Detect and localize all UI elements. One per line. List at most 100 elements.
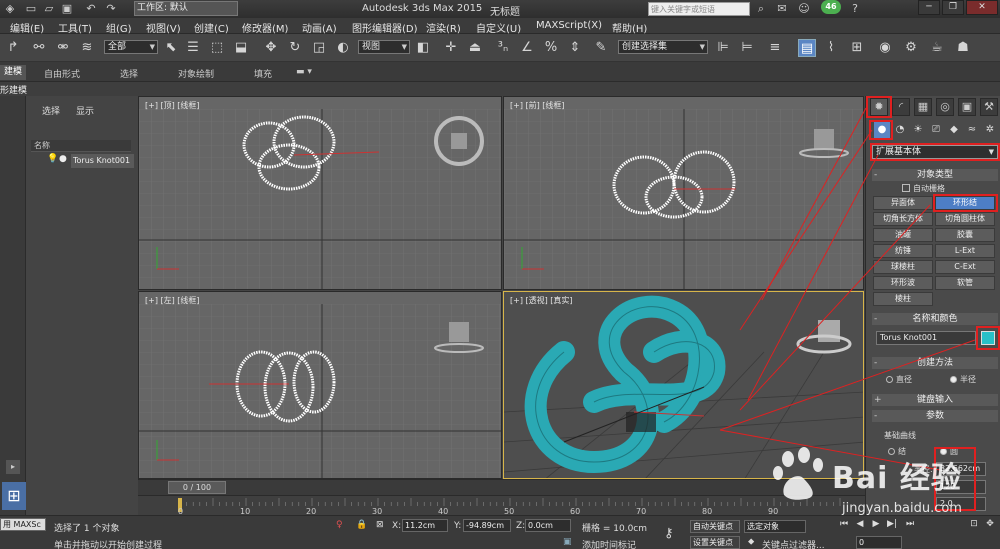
viewport-left-label[interactable]: [+] [左] [线框] xyxy=(145,295,200,306)
chamfer-cyl-button[interactable]: 切角圆柱体 xyxy=(935,212,995,226)
helpers-icon[interactable]: ◆ xyxy=(946,122,962,138)
unlink-icon[interactable]: ⚮ xyxy=(54,39,72,57)
systems-icon[interactable]: ✲ xyxy=(982,122,998,138)
help-icon[interactable]: ? xyxy=(848,2,862,16)
schematic-view-icon[interactable]: ⊞ xyxy=(848,39,866,57)
time-tag-icon[interactable]: ▣ xyxy=(563,537,572,547)
snap-toggle-icon[interactable]: ³ₙ xyxy=(494,39,512,57)
menu-maxscript[interactable]: MAXScript(X) xyxy=(536,20,602,31)
hose-button[interactable]: 软管 xyxy=(935,276,995,290)
viewport-top[interactable]: [+] [顶] [线框] xyxy=(138,96,502,290)
oiltank-button[interactable]: 油罐 xyxy=(873,228,933,242)
ribbon-options-icon[interactable]: ▬ ▾ xyxy=(296,67,312,77)
menu-group[interactable]: 组(G) xyxy=(106,20,132,35)
close-button[interactable]: ✕ xyxy=(966,0,998,15)
select-manipulate-icon[interactable]: ✛ xyxy=(442,39,460,57)
menu-create[interactable]: 创建(C) xyxy=(194,20,229,35)
mirror-icon[interactable]: ⊫ xyxy=(714,39,732,57)
render-setup-icon[interactable]: ⚙ xyxy=(902,39,920,57)
selection-filter-dropdown[interactable]: 全部 xyxy=(104,40,158,54)
rollout-keyboard-entry[interactable]: + 键盘输入 xyxy=(872,394,998,406)
explorer-name-column[interactable]: 名称 xyxy=(31,140,131,152)
minimize-button[interactable]: ─ xyxy=(918,0,940,15)
percent-snap-icon[interactable]: % xyxy=(542,39,560,57)
hedra-button[interactable]: 异面体 xyxy=(873,196,933,210)
rollout-parameters[interactable]: - 参数 xyxy=(872,410,998,422)
menu-views[interactable]: 视图(V) xyxy=(146,20,181,35)
viewport-perspective-label[interactable]: [+] [透视] [真实] xyxy=(510,295,573,306)
time-slider-knob[interactable]: 0 / 100 xyxy=(168,481,226,494)
ringwave-button[interactable]: 环形波 xyxy=(873,276,933,290)
absolute-mode-icon[interactable]: ⊠ xyxy=(376,520,384,530)
pivot-center-icon[interactable]: ◧ xyxy=(414,39,432,57)
spindle-button[interactable]: 纺锤 xyxy=(873,244,933,258)
light-bulb-icon[interactable]: 💡 xyxy=(47,154,58,164)
window-crossing-icon[interactable]: ⬓ xyxy=(232,39,250,57)
layer-manager-icon[interactable]: ≡ xyxy=(766,39,784,57)
explorer-object-row[interactable]: Torus Knot001 xyxy=(71,154,134,168)
key-icon[interactable]: ⚷ xyxy=(664,526,674,541)
graphite-ribbon-icon[interactable]: ▤ xyxy=(798,39,816,57)
isolate-icon[interactable]: ♀ xyxy=(336,520,343,530)
hierarchy-tab-icon[interactable]: ▦ xyxy=(914,98,932,116)
keyboard-shortcut-icon[interactable]: ⏏ xyxy=(466,39,484,57)
angle-snap-icon[interactable]: ∠ xyxy=(518,39,536,57)
menu-modifiers[interactable]: 修改器(M) xyxy=(242,20,288,35)
key-filter-icon[interactable]: ⬥ xyxy=(748,537,754,547)
undo-arrow-icon[interactable]: ↱ xyxy=(4,39,22,57)
restore-button[interactable]: ❐ xyxy=(942,0,964,15)
spacewarps-icon[interactable]: ≈ xyxy=(964,122,980,138)
scale-icon[interactable]: ◲ xyxy=(310,39,328,57)
set-key-button[interactable]: 设置关键点 xyxy=(690,536,740,549)
time-slider[interactable]: 0 / 100 xyxy=(138,479,865,495)
redo-icon[interactable]: ↷ xyxy=(104,2,118,16)
move-icon[interactable]: ✥ xyxy=(262,39,280,57)
menu-rendering[interactable]: 渲染(R) xyxy=(426,20,461,35)
edit-named-selection-icon[interactable]: ✎ xyxy=(592,39,610,57)
capsule-button[interactable]: 胶囊 xyxy=(935,228,995,242)
ribbon-tab-selection[interactable]: 选择 xyxy=(120,67,138,80)
utilities-tab-icon[interactable]: ⚒ xyxy=(980,98,998,116)
chamfer-box-button[interactable]: 切角长方体 xyxy=(873,212,933,226)
method-diameter-radio[interactable]: 直径 xyxy=(886,374,912,385)
subscription-icon[interactable]: ✉ xyxy=(775,2,789,16)
rendered-frame-icon[interactable]: ☕ xyxy=(928,39,946,57)
search-icon[interactable]: ⌕ xyxy=(754,2,768,16)
ribbon-tab-freeform[interactable]: 自由形式 xyxy=(44,67,80,80)
lights-icon[interactable]: ☀ xyxy=(910,122,926,138)
rollout-creation-method[interactable]: - 创建方法 xyxy=(872,357,998,369)
cameras-icon[interactable]: ⎚ xyxy=(928,122,944,138)
notification-badge[interactable]: 46 xyxy=(821,0,841,14)
gengon-button[interactable]: 球棱柱 xyxy=(873,260,933,274)
ribbon-tab-populate[interactable]: 填充 xyxy=(254,67,272,80)
select-object-icon[interactable]: ⬉ xyxy=(162,39,180,57)
menu-edit[interactable]: 编辑(E) xyxy=(10,20,44,35)
viewport-front-label[interactable]: [+] [前] [线框] xyxy=(510,100,565,111)
viewport-front[interactable]: [+] [前] [线框] xyxy=(503,96,864,290)
menu-animation[interactable]: 动画(A) xyxy=(302,20,337,35)
autogrid-checkbox[interactable]: 自动栅格 xyxy=(902,183,945,194)
lock-selection-icon[interactable]: 🔒 xyxy=(356,520,367,530)
explorer-display-menu[interactable]: 显示 xyxy=(76,104,94,117)
object-name-field[interactable]: Torus Knot001 xyxy=(876,331,976,345)
select-link-icon[interactable]: ⚯ xyxy=(30,39,48,57)
track-bar[interactable]: 0 10 20 30 40 50 60 70 80 90 xyxy=(138,495,865,516)
named-selection-dropdown[interactable]: 创建选择集 xyxy=(618,40,708,54)
select-by-name-icon[interactable]: ☰ xyxy=(184,39,202,57)
modify-tab-icon[interactable]: ◜ xyxy=(892,98,910,116)
app-logo-icon[interactable]: ◈ xyxy=(3,2,17,16)
search-input[interactable]: 键入关键字或短语 xyxy=(648,2,750,16)
render-production-icon[interactable]: ☗ xyxy=(954,39,972,57)
viewport-left[interactable]: [+] [左] [线框] xyxy=(138,291,502,479)
z-coordinate-field[interactable]: 0.0cm xyxy=(525,519,571,532)
l-ext-button[interactable]: L-Ext xyxy=(935,244,995,258)
method-radius-radio[interactable]: 半径 xyxy=(950,374,976,385)
expand-arrow-icon[interactable]: ▸ xyxy=(6,460,20,474)
user-icon[interactable]: ☺ xyxy=(797,2,811,16)
workspace-dropdown[interactable]: 工作区: 默认 xyxy=(134,1,238,16)
y-coordinate-field[interactable]: -94.89cm xyxy=(463,519,511,532)
place-icon[interactable]: ◐ xyxy=(334,39,352,57)
material-editor-icon[interactable]: ◉ xyxy=(876,39,894,57)
x-coordinate-field[interactable]: 11.2cm xyxy=(402,519,448,532)
display-tab-icon[interactable]: ▣ xyxy=(958,98,976,116)
